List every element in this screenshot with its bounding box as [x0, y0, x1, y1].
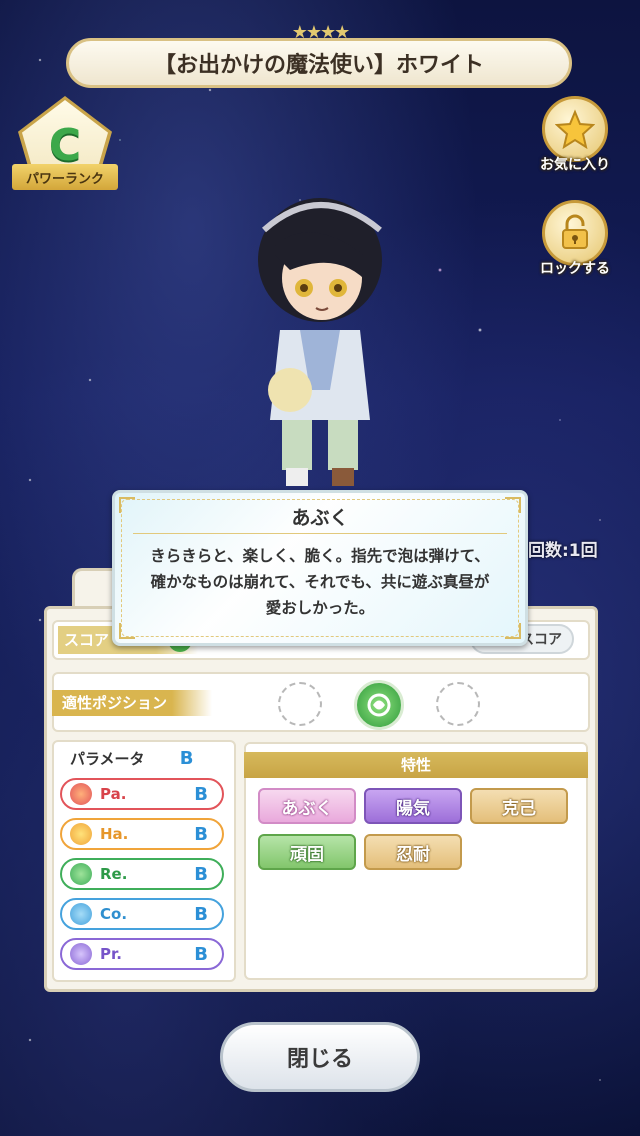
param-name: Pa.: [100, 785, 127, 803]
clover-icon: [70, 863, 92, 885]
skill-detail-popup: あぶく きらきらと、楽しく、脆く。指先で泡は弾けて、 確かなものは崩れて、それで…: [112, 490, 528, 646]
param-name: Co.: [100, 905, 128, 923]
popup-title: あぶく: [291, 507, 349, 529]
param-name: Re.: [100, 865, 128, 883]
parameter-overall-grade: B: [179, 748, 194, 769]
popup-corner-ornament: [505, 623, 521, 639]
param-pill-ha: Ha. B: [60, 818, 224, 850]
parameter-title-label: パラメータ: [70, 750, 145, 768]
count-text: 回数:1回: [528, 541, 598, 561]
star-icon: [555, 109, 595, 149]
popup-description-line: きらきらと、楽しく、脆く。指先で泡は弾けて、: [150, 547, 490, 565]
trait-badge[interactable]: 克己: [470, 788, 568, 824]
param-name: Ha.: [100, 825, 129, 843]
param-pill-re: Re. B: [60, 858, 224, 890]
position-slot-empty: [436, 682, 480, 726]
position-label: 適性ポジション: [52, 690, 212, 716]
sun-icon: [70, 823, 92, 845]
trait-badge[interactable]: あぶく: [258, 788, 356, 824]
popup-description-line: 愛おしかった。: [265, 599, 375, 617]
popup-corner-ornament: [119, 623, 135, 639]
favorite-button[interactable]: [542, 96, 608, 162]
popup-divider: [133, 533, 507, 534]
popup-description-line: 確かなものは崩れて、それでも、共に遊ぶ真昼が: [150, 573, 490, 591]
param-grade: B: [194, 943, 208, 965]
position-active-icon: [367, 693, 391, 717]
lock-label: ロックする: [540, 261, 610, 277]
param-grade: B: [194, 863, 208, 885]
parameter-title: パラメータ B: [70, 748, 194, 769]
popup-description: きらきらと、楽しく、脆く。指先で泡は弾けて、 確かなものは崩れて、それでも、共に…: [129, 543, 511, 621]
rank-label: パワーランク: [12, 164, 118, 190]
fire-icon: [70, 783, 92, 805]
trait-badge[interactable]: 忍耐: [364, 834, 462, 870]
lock-icon: [562, 214, 588, 249]
diamond-icon: [70, 943, 92, 965]
power-rank-badge: C パワーランク: [10, 96, 120, 204]
card-title: 【お出かけの魔法使い】ホワイト: [153, 53, 484, 78]
param-grade: B: [194, 823, 208, 845]
traits-title: 特性: [244, 752, 588, 778]
param-pill-co: Co. B: [60, 898, 224, 930]
param-pill-pr: Pr. B: [60, 938, 224, 970]
position-slot-empty: [278, 682, 322, 726]
close-button[interactable]: 閉じる: [220, 1022, 420, 1092]
position-slot-active: [354, 680, 404, 730]
param-name: Pr.: [100, 945, 122, 963]
param-grade: B: [194, 783, 208, 805]
wave-icon: [70, 903, 92, 925]
card-title-bar: 【お出かけの魔法使い】ホワイト: [66, 38, 572, 88]
param-grade: B: [194, 903, 208, 925]
trait-badge[interactable]: 頑固: [258, 834, 356, 870]
param-pill-pa: Pa. B: [60, 778, 224, 810]
favorite-label: お気に入り: [540, 157, 610, 173]
character-illustration: [258, 198, 382, 486]
trait-badge[interactable]: 陽気: [364, 788, 462, 824]
lock-button[interactable]: [542, 200, 608, 266]
